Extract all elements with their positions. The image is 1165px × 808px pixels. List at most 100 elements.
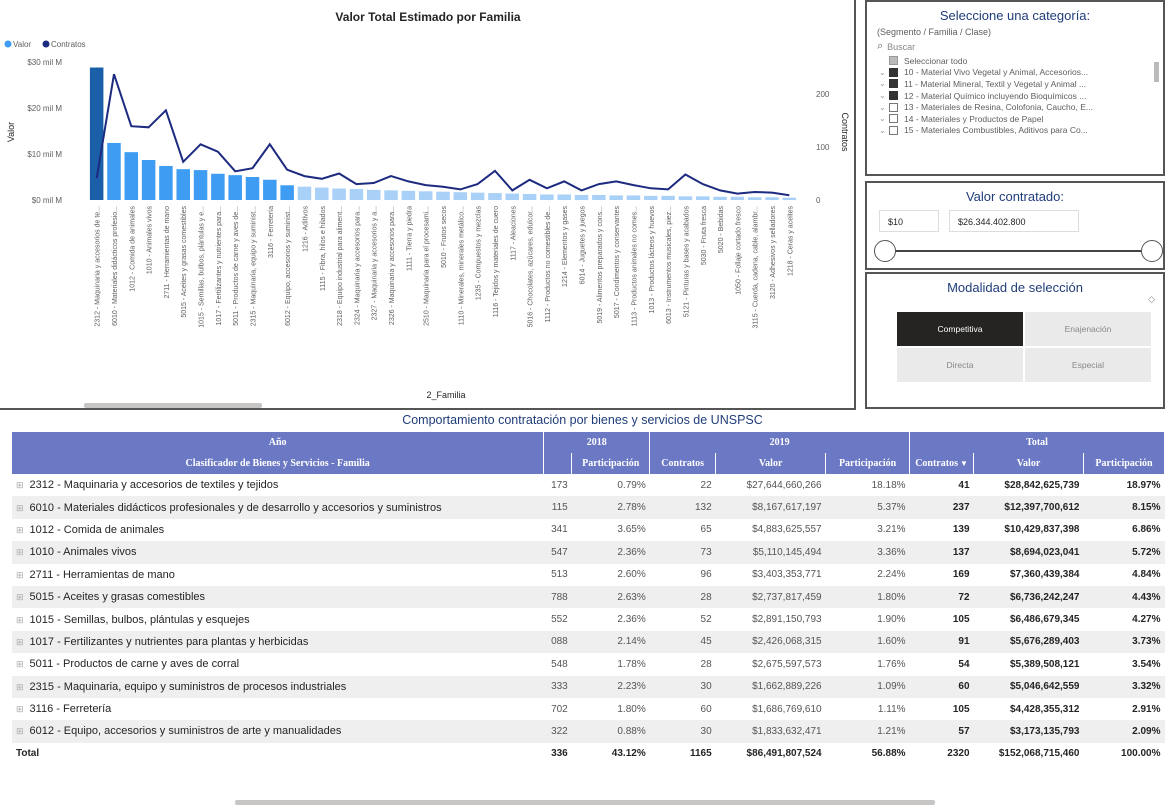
expand-icon[interactable]: ⊞	[16, 570, 24, 580]
category-search-input[interactable]: Buscar	[887, 42, 915, 52]
table-row[interactable]: ⊞ 2315 - Maquinaria, equipo y suministros…	[12, 675, 1165, 698]
category-checkbox[interactable]	[889, 114, 898, 124]
expand-icon[interactable]: ⊞	[16, 480, 24, 490]
expand-icon[interactable]: ⊞	[16, 547, 24, 557]
expand-icon[interactable]: ⊞	[16, 503, 24, 513]
total-row[interactable]: Total 336 43.12% 1165 $86,491,807,524 56.88% 2…	[12, 742, 1165, 766]
category-checkbox[interactable]	[889, 56, 898, 66]
col-total-participacion[interactable]: Participación	[1083, 453, 1165, 474]
row-label-cell[interactable]: ⊞ 5015 - Aceites y grasas comestibles	[12, 585, 544, 609]
chart-horizontal-scrollbar[interactable]	[84, 403, 262, 408]
col-total-contratos[interactable]: Contratos ▼	[909, 453, 975, 474]
row-header-label[interactable]: Clasificador de Bienes y Servicios - Fam…	[12, 453, 545, 474]
category-search[interactable]: ⌕ Buscar	[877, 40, 1163, 53]
table-row[interactable]: ⊞ 2711 - Herramientas de mano 513 2.60% 96 $3…	[12, 564, 1165, 586]
category-item[interactable]: Seleccionar todo	[879, 55, 1149, 67]
bar	[505, 193, 520, 200]
category-checkbox[interactable]	[889, 102, 898, 112]
cell-2018-participacion: 2.23%	[571, 675, 650, 698]
chevron-down-icon[interactable]: ⌄	[879, 126, 889, 135]
x-tick-label: 1116 - Tejidos y materiales de cuero	[493, 206, 500, 317]
chevron-down-icon[interactable]: ⌄	[879, 79, 889, 88]
bar	[124, 152, 139, 200]
row-label-cell[interactable]: ⊞ 3116 - Ferretería	[12, 698, 544, 720]
mode-option-directa[interactable]: Directa	[897, 348, 1023, 382]
table-row[interactable]: ⊞ 3116 - Ferretería 702 1.80% 60 $1,686,769,6…	[12, 698, 1165, 720]
col-2018-participacion[interactable]: Participación	[571, 453, 651, 474]
chevron-down-icon[interactable]: ⌄	[879, 114, 889, 123]
category-item[interactable]: ⌄ 13 - Materiales de Resina, Colofonia, C…	[879, 101, 1149, 113]
table-row[interactable]: ⊞ 2312 - Maquinaria y accesorios de texti…	[12, 474, 1165, 496]
row-label: 1017 - Fertilizantes y nutrientes para p…	[29, 635, 309, 648]
x-tick-label: 6010 - Materiales didácticos profesio...	[112, 206, 119, 326]
cell-2018-participacion: 2.36%	[571, 541, 650, 564]
table-row[interactable]: ⊞ 1015 - Semillas, bulbos, plántulas y es…	[12, 608, 1165, 630]
category-checkbox[interactable]	[889, 125, 898, 135]
cell-2018-participacion: 0.88%	[571, 720, 650, 743]
table-row[interactable]: ⊞ 6010 - Materiales didácticos profesiona…	[12, 496, 1165, 519]
value-max-input[interactable]: $26.344.402.800	[949, 210, 1079, 232]
expand-icon[interactable]: ⊞	[16, 637, 24, 647]
category-checkbox[interactable]	[889, 91, 898, 101]
value-min-input[interactable]: $10	[879, 210, 939, 232]
value-slider-max-handle[interactable]	[1141, 240, 1163, 262]
col-2019-contratos[interactable]: Contratos	[649, 453, 717, 474]
expand-icon[interactable]: ⊞	[16, 592, 24, 602]
table-row[interactable]: ⊞ 5015 - Aceites y grasas comestibles 788 2…	[12, 585, 1165, 609]
row-label-cell[interactable]: ⊞ 5011 - Productos de carne y aves de cor…	[12, 653, 544, 675]
year-header-2019[interactable]: 2019	[649, 432, 911, 453]
expand-icon[interactable]: ⊞	[16, 525, 24, 535]
row-label-cell[interactable]: Total	[12, 742, 544, 766]
chevron-down-icon[interactable]: ⌄	[879, 91, 889, 100]
cell-2019-participacion: 18.18%	[871, 479, 906, 491]
table-horizontal-scrollbar[interactable]	[235, 800, 935, 805]
cell-2018-participacion: 1.78%	[617, 658, 646, 670]
row-label-cell[interactable]: ⊞ 1017 - Fertilizantes y nutrientes para …	[12, 630, 544, 654]
category-item[interactable]: ⌄ 10 - Material Vivo Vegetal y Animal, Ac…	[879, 67, 1149, 79]
table-row[interactable]: ⊞ 1017 - Fertilizantes y nutrientes para …	[12, 630, 1165, 654]
row-label: 1012 - Comida de animales	[29, 523, 165, 536]
expand-icon[interactable]: ⊞	[16, 726, 24, 736]
year-header-total[interactable]: Total	[909, 432, 1165, 453]
expand-icon[interactable]: ⊞	[16, 682, 24, 692]
row-label-cell[interactable]: ⊞ 1010 - Animales vivos	[12, 541, 544, 564]
chevron-down-icon[interactable]: ⌄	[879, 68, 889, 77]
col-2019-valor[interactable]: Valor	[715, 453, 827, 474]
row-label-cell[interactable]: ⊞ 1015 - Semillas, bulbos, plántulas y es…	[12, 608, 544, 630]
cell-2018-hidden: 322	[543, 720, 572, 743]
row-label-cell[interactable]: ⊞ 2315 - Maquinaria, equipo y suministros…	[12, 675, 544, 698]
expand-icon[interactable]: ⊞	[16, 659, 24, 669]
col-total-valor[interactable]: Valor	[973, 453, 1084, 474]
expand-icon[interactable]: ⊞	[16, 704, 24, 714]
mode-option-especial[interactable]: Especial	[1025, 348, 1151, 382]
year-header-2018[interactable]: 2018	[543, 432, 651, 453]
mode-option-competitiva[interactable]: Competitiva	[897, 312, 1023, 346]
row-label-cell[interactable]: ⊞ 2711 - Herramientas de mano	[12, 564, 544, 586]
chevron-down-icon[interactable]: ⌄	[879, 103, 889, 112]
category-checkbox[interactable]	[889, 79, 898, 89]
row-label-cell[interactable]: ⊞ 2312 - Maquinaria y accesorios de texti…	[12, 474, 544, 496]
table-row[interactable]: ⊞ 1010 - Animales vivos 547 2.36% 73 $5,110,1…	[12, 541, 1165, 564]
bar	[384, 190, 398, 200]
category-item[interactable]: ⌄ 11 - Material Mineral, Textil y Vegetal…	[879, 78, 1149, 90]
col-2019-participacion[interactable]: Participación	[825, 453, 911, 474]
table-row[interactable]: ⊞ 1012 - Comida de animales 341 3.65% 65 $4,8…	[12, 519, 1165, 541]
row-label-cell[interactable]: ⊞ 6012 - Equipo, accesorios y suministros…	[12, 720, 544, 743]
table-row[interactable]: ⊞ 5011 - Productos de carne y aves de cor…	[12, 653, 1165, 675]
row-label: 5011 - Productos de carne y aves de corr…	[29, 658, 240, 671]
category-item[interactable]: ⌄ 12 - Material Químico incluyendo Bioquí…	[879, 90, 1149, 102]
table-row[interactable]: ⊞ 6012 - Equipo, accesorios y suministros…	[12, 720, 1165, 743]
cell-total-contratos: 54	[958, 658, 970, 670]
mode-option-enajenacion[interactable]: Enajenación	[1025, 312, 1151, 346]
value-slider-min-handle[interactable]	[874, 240, 896, 262]
category-scrollbar[interactable]	[1154, 62, 1159, 82]
clear-selection-icon[interactable]: ◇	[1148, 294, 1155, 305]
row-label-cell[interactable]: ⊞ 6010 - Materiales didácticos profesiona…	[12, 496, 544, 519]
category-checkbox[interactable]	[889, 67, 898, 77]
cell-2019-contratos: 30	[649, 675, 716, 698]
row-label-cell[interactable]: ⊞ 1012 - Comida de animales	[12, 519, 544, 541]
expand-icon[interactable]: ⊞	[16, 615, 24, 625]
bar	[592, 194, 606, 200]
category-item[interactable]: ⌄ 15 - Materiales Combustibles, Aditivos …	[879, 125, 1149, 137]
category-item[interactable]: ⌄ 14 - Materiales y Productos de Papel	[879, 113, 1149, 125]
